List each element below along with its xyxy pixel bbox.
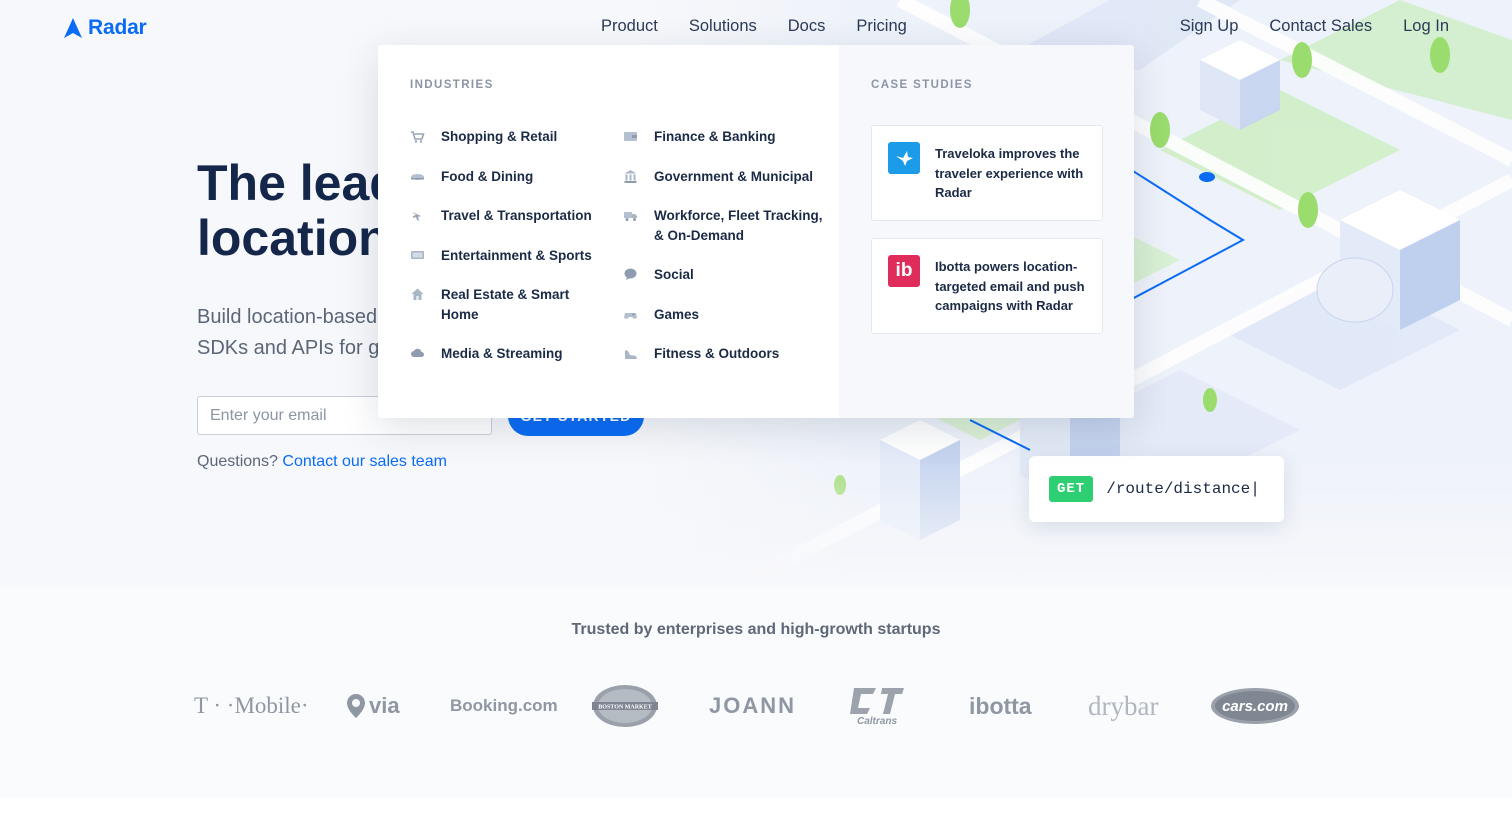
questions-text: Questions? Contact our sales team <box>197 453 447 471</box>
industries-label: INDUSTRIES <box>410 79 494 91</box>
trusted-by-section: Trusted by enterprises and high-growth s… <box>0 585 1512 798</box>
nav-product[interactable]: Product <box>601 17 658 36</box>
industry-label: Government & Municipal <box>654 168 814 184</box>
industry-label: Media & Streaming <box>441 346 563 361</box>
case-studies-label: CASE STUDIES <box>871 79 973 91</box>
case-study-traveloka[interactable]: Traveloka improves the traveler experien… <box>871 125 1103 221</box>
page-bottom-edge <box>0 798 1512 814</box>
case-study-text: Ibotta powers location-targeted email an… <box>935 259 1085 313</box>
questions-prefix: Questions? <box>197 453 278 470</box>
cars-com-badge: cars.com <box>1211 688 1299 724</box>
ibotta-customer-logo: ibotta <box>969 692 1032 719</box>
main-nav: Product Solutions Docs Pricing <box>601 17 907 36</box>
gamepad-icon <box>623 307 638 322</box>
industry-label: Social <box>654 267 694 282</box>
location-pin-icon <box>347 694 365 718</box>
radar-logo-icon <box>64 18 82 38</box>
industry-finance-banking[interactable]: Finance & Banking <box>623 127 823 147</box>
tmobile-logo: T · ·Mobile· <box>194 693 309 718</box>
log-in-link[interactable]: Log In <box>1403 17 1449 36</box>
industry-shopping-retail[interactable]: Shopping & Retail <box>410 127 610 147</box>
account-nav: Sign Up Contact Sales Log In <box>1180 17 1449 36</box>
traveloka-logo <box>888 142 920 174</box>
caltrans-logo: Caltrans <box>848 681 906 731</box>
industry-label: Workforce, Fleet Tracking, & On-Demand <box>654 208 823 243</box>
industry-label: Fitness & Outdoors <box>654 346 780 361</box>
industry-label: Shopping & Retail <box>441 129 558 144</box>
solutions-dropdown-menu: INDUSTRIES Shopping & Retail Food & Dini… <box>378 45 1134 418</box>
industries-panel: INDUSTRIES Shopping & Retail Food & Dini… <box>378 45 839 418</box>
shopping-cart-icon <box>410 129 425 144</box>
industry-food-dining[interactable]: Food & Dining <box>410 167 610 187</box>
industry-social[interactable]: Social <box>623 265 823 285</box>
industries-column-1: Shopping & Retail Food & Dining Travel &… <box>410 127 610 384</box>
building-icon <box>623 169 638 184</box>
industry-entertainment-sports[interactable]: Entertainment & Sports <box>410 246 610 266</box>
industry-games[interactable]: Games <box>623 305 823 325</box>
http-method-badge: GET <box>1049 476 1094 502</box>
contact-sales-link[interactable]: Contact our sales team <box>282 453 447 470</box>
chat-icon <box>623 267 638 282</box>
shoe-icon <box>623 346 638 361</box>
case-study-list: Traveloka improves the traveler experien… <box>871 125 1134 334</box>
food-plate-icon <box>410 169 425 184</box>
customer-logos: T · ·Mobile· via Booking.com BOSTON MARK… <box>0 681 1512 731</box>
wallet-icon <box>623 129 638 144</box>
truck-icon <box>623 208 638 223</box>
contact-sales-nav-link[interactable]: Contact Sales <box>1269 17 1372 36</box>
boston-market-badge: BOSTON MARKET <box>592 685 658 727</box>
industry-fitness-outdoors[interactable]: Fitness & Outdoors <box>623 344 823 364</box>
industry-label: Entertainment & Sports <box>441 247 592 263</box>
airplane-icon <box>410 208 425 223</box>
industry-workforce-fleet[interactable]: Workforce, Fleet Tracking, & On-Demand <box>623 206 823 245</box>
cloud-icon <box>410 346 425 361</box>
industries-column-2: Finance & Banking Government & Municipal… <box>623 127 823 384</box>
sign-up-link[interactable]: Sign Up <box>1180 17 1239 36</box>
ibotta-logo: ib <box>888 255 920 287</box>
brand-name: Radar <box>88 16 147 39</box>
screen-icon <box>410 248 425 263</box>
joann-logo: JOANN <box>709 693 797 718</box>
case-study-ibotta[interactable]: ib Ibotta powers location-targeted email… <box>871 238 1103 334</box>
nav-pricing[interactable]: Pricing <box>856 17 906 36</box>
bird-icon <box>896 151 913 166</box>
industry-travel-transportation[interactable]: Travel & Transportation <box>410 206 610 226</box>
caltrans-text: Caltrans <box>856 715 897 727</box>
cars-com-logo: cars.com <box>1210 681 1300 731</box>
boston-market-text: BOSTON MARKET <box>598 705 651 711</box>
industry-label: Real Estate & Smart Home <box>441 287 570 322</box>
industry-government-municipal[interactable]: Government & Municipal <box>623 167 823 187</box>
case-studies-panel: CASE STUDIES Traveloka improves the trav… <box>839 45 1134 418</box>
cars-com-text: cars.com <box>1222 698 1288 715</box>
radar-logo-link[interactable]: Radar <box>64 16 147 40</box>
nav-solutions[interactable]: Solutions <box>689 17 757 36</box>
drybar-logo: drybar <box>1088 690 1159 721</box>
industry-label: Finance & Banking <box>654 129 776 144</box>
booking-logo: Booking.com <box>450 696 558 715</box>
industry-label: Games <box>654 306 700 322</box>
via-logo: via <box>347 681 400 731</box>
industry-label: Travel & Transportation <box>441 208 592 223</box>
house-icon <box>410 287 425 302</box>
industry-media-streaming[interactable]: Media & Streaming <box>410 344 610 364</box>
caltrans-mark <box>850 687 904 714</box>
industry-label: Food & Dining <box>441 168 534 184</box>
trusted-title: Trusted by enterprises and high-growth s… <box>571 621 941 638</box>
via-text: via <box>369 693 400 718</box>
route-text: /route/distance| <box>1106 480 1260 498</box>
industry-real-estate-smart-home[interactable]: Real Estate & Smart Home <box>410 285 610 324</box>
nav-docs[interactable]: Docs <box>788 17 826 36</box>
api-route-pill: GET /route/distance| <box>1029 456 1284 522</box>
boston-market-logo: BOSTON MARKET <box>592 681 658 731</box>
case-study-text: Traveloka improves the traveler experien… <box>935 146 1084 200</box>
